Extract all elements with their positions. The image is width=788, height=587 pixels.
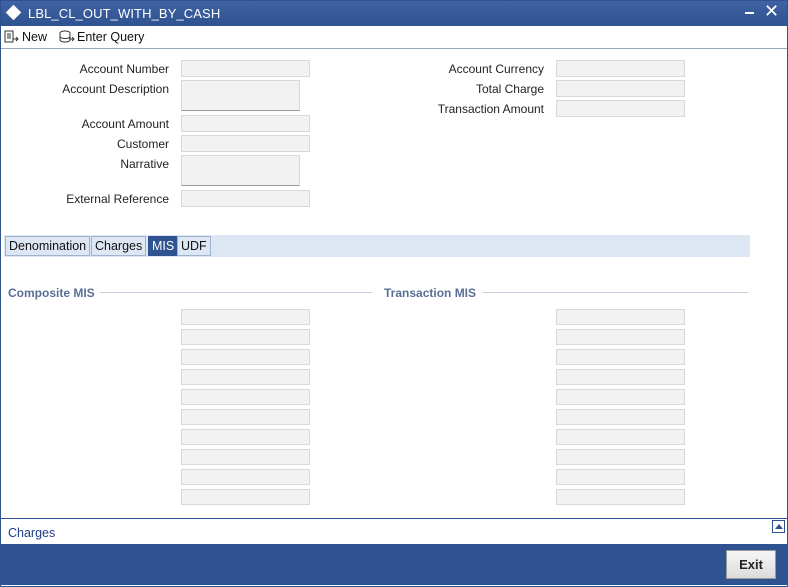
bottom-bar — [1, 544, 787, 585]
composite-mis-field[interactable] — [181, 489, 310, 505]
narrative-textarea[interactable] — [181, 155, 300, 186]
narrative-label: Narrative — [120, 157, 169, 171]
footer-divider — [1, 518, 787, 519]
composite-mis-field[interactable] — [181, 449, 310, 465]
minimize-icon[interactable] — [745, 12, 754, 14]
transaction-mis-divider — [482, 292, 748, 293]
transaction-mis-field[interactable] — [556, 369, 685, 385]
customer-input[interactable] — [181, 135, 310, 152]
composite-mis-field[interactable] — [181, 309, 310, 325]
query-database-icon — [59, 30, 75, 44]
exit-button[interactable]: Exit — [726, 550, 776, 579]
close-icon[interactable]: ✕ — [764, 1, 779, 21]
composite-mis-divider — [100, 292, 372, 293]
window-title: LBL_CL_OUT_WITH_BY_CASH — [28, 6, 221, 21]
composite-mis-title: Composite MIS — [8, 286, 95, 300]
tab-denomination[interactable]: Denomination — [5, 236, 91, 256]
tab-charges[interactable]: Charges — [91, 236, 147, 256]
new-button[interactable]: New — [4, 28, 47, 46]
account-currency-label: Account Currency — [448, 62, 544, 76]
composite-mis-field[interactable] — [181, 409, 310, 425]
transaction-mis-field[interactable] — [556, 489, 685, 505]
charges-link[interactable]: Charges — [8, 526, 55, 540]
composite-mis-field[interactable] — [181, 329, 310, 345]
tab-udf[interactable]: UDF — [177, 236, 211, 256]
transaction-mis-field[interactable] — [556, 309, 685, 325]
transaction-amount-input[interactable] — [556, 100, 685, 117]
toolbar: New Enter Query — [1, 26, 787, 48]
enter-query-button[interactable]: Enter Query — [59, 28, 144, 46]
composite-mis-field[interactable] — [181, 429, 310, 445]
enter-query-label: Enter Query — [77, 30, 145, 44]
account-number-input[interactable] — [181, 60, 310, 77]
window-title-bar: LBL_CL_OUT_WITH_BY_CASH ✕ — [0, 0, 788, 26]
collapse-up-icon[interactable] — [772, 520, 785, 533]
composite-mis-field[interactable] — [181, 469, 310, 485]
transaction-mis-field[interactable] — [556, 389, 685, 405]
external-reference-input[interactable] — [181, 190, 310, 207]
composite-mis-field[interactable] — [181, 389, 310, 405]
account-amount-input[interactable] — [181, 115, 310, 132]
transaction-mis-field[interactable] — [556, 469, 685, 485]
composite-mis-field[interactable] — [181, 369, 310, 385]
app-diamond-icon — [5, 4, 22, 21]
transaction-mis-field[interactable] — [556, 329, 685, 345]
account-description-textarea[interactable] — [181, 80, 300, 111]
account-currency-input[interactable] — [556, 60, 685, 77]
account-amount-label: Account Amount — [81, 117, 169, 131]
transaction-mis-field[interactable] — [556, 409, 685, 425]
customer-label: Customer — [116, 137, 169, 151]
toolbar-divider — [1, 48, 787, 49]
account-number-label: Account Number — [79, 62, 169, 76]
transaction-mis-field[interactable] — [556, 349, 685, 365]
account-description-label: Account Description — [62, 82, 169, 96]
new-document-icon — [4, 30, 19, 44]
total-charge-input[interactable] — [556, 80, 685, 97]
transaction-amount-label: Transaction Amount — [437, 102, 544, 116]
external-reference-label: External Reference — [66, 192, 169, 206]
total-charge-label: Total Charge — [475, 82, 544, 96]
transaction-mis-field[interactable] — [556, 429, 685, 445]
transaction-mis-field[interactable] — [556, 449, 685, 465]
tab-mis[interactable]: MIS — [148, 236, 179, 256]
new-label: New — [22, 30, 48, 44]
composite-mis-field[interactable] — [181, 349, 310, 365]
transaction-mis-title: Transaction MIS — [384, 286, 477, 300]
